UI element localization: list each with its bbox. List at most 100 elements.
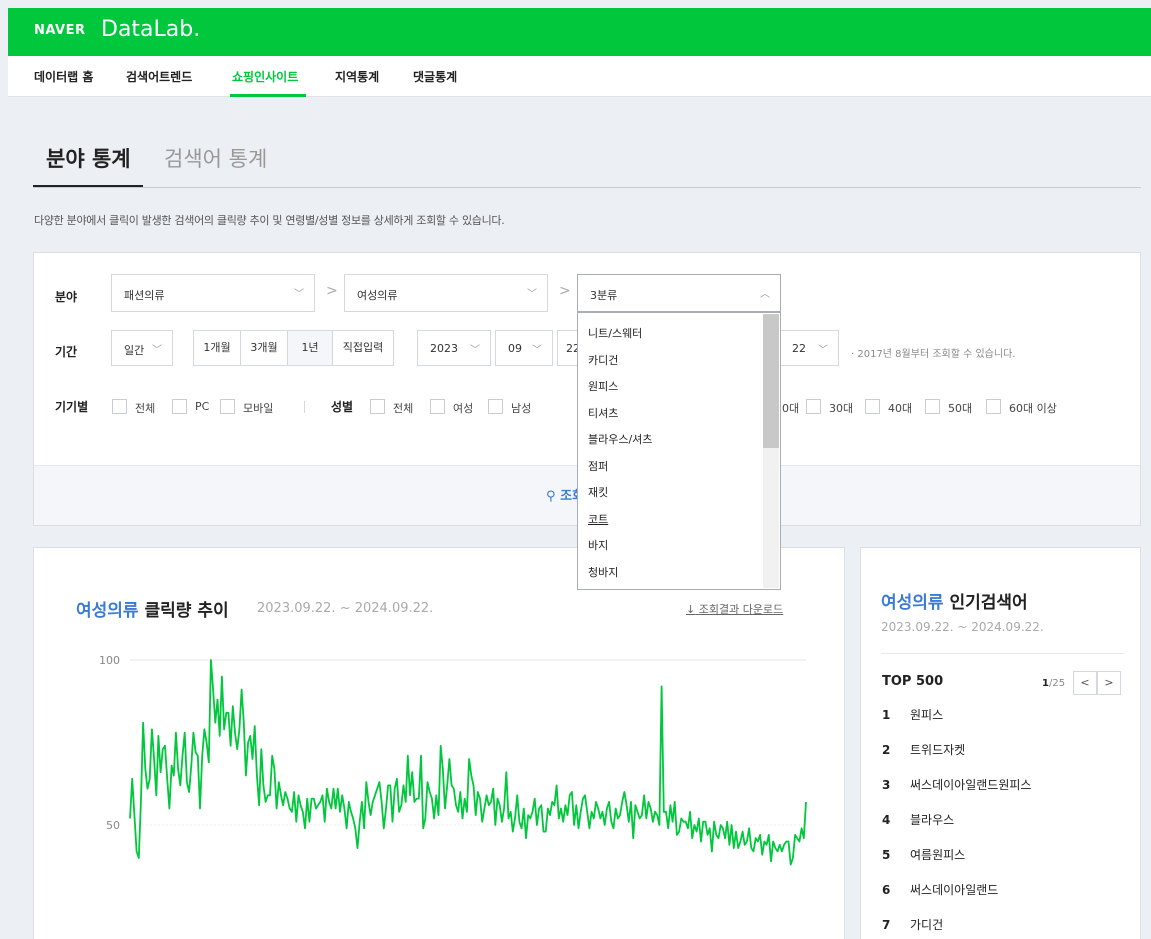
rank-keyword[interactable]: 블라우스 xyxy=(910,813,954,827)
download-icon: ↓ xyxy=(686,603,696,616)
naver-logo[interactable]: NAVER xyxy=(34,23,86,38)
nav-comment-stats[interactable]: 댓글통계 xyxy=(413,68,457,85)
chart-title: 여성의류 클릭량 추이 xyxy=(76,596,229,621)
device-all-label: 전체 xyxy=(135,402,156,415)
series-line-0[interactable] xyxy=(129,659,807,866)
tab-divider xyxy=(33,187,1141,188)
rank-number: 5 xyxy=(882,848,891,862)
start-year-select[interactable]: 2023 ﹀ xyxy=(417,330,491,366)
ranking-item: 6 써스데이아일랜드 xyxy=(882,881,998,898)
chevron-down-icon: ﹀ xyxy=(527,289,537,300)
top-label: TOP 500 xyxy=(882,674,944,689)
page-total: /25 xyxy=(1048,678,1066,689)
rank-keyword[interactable]: 원피스 xyxy=(910,708,943,722)
device-label: 기기별 xyxy=(55,400,89,414)
nav-active-underline xyxy=(230,94,306,97)
chevron-down-icon: ﹀ xyxy=(152,345,162,356)
gender-female-checkbox[interactable] xyxy=(430,399,445,414)
range-1month-button[interactable]: 1개월 xyxy=(193,330,241,366)
chart-title-suffix: 클릭량 추이 xyxy=(144,601,229,621)
age-50-label: 50대 xyxy=(948,402,973,415)
rank-keyword[interactable]: 써스데이아일랜드 xyxy=(910,883,998,897)
category1-select[interactable]: 패션의류 ﹀ xyxy=(111,274,315,312)
age-60plus-checkbox[interactable] xyxy=(986,399,1001,414)
gender-all-checkbox[interactable] xyxy=(370,399,385,414)
age-30-checkbox[interactable] xyxy=(806,399,821,414)
range-1year-button[interactable]: 1년 xyxy=(287,330,333,366)
tab-keyword-stats[interactable]: 검색어 통계 xyxy=(164,143,267,173)
device-all-checkbox[interactable] xyxy=(112,399,127,414)
end-day-select[interactable]: 22 ﹀ xyxy=(779,330,839,366)
rank-keyword[interactable]: 트위드자켓 xyxy=(910,743,965,757)
category3-dropdown-list[interactable]: 니트/스웨터 카디건 원피스 티셔츠 블라우스/셔츠 점퍼 재킷 코트 바지 청… xyxy=(577,312,781,590)
popular-keywords-card: 여성의류 인기검색어 2023.09.22. ~ 2024.09.22. TOP… xyxy=(860,547,1141,939)
chevron-down-icon: ﹀ xyxy=(818,345,828,356)
age-50-checkbox[interactable] xyxy=(925,399,940,414)
page-description: 다양한 분야에서 클릭이 발생한 검색어의 클릭량 추이 및 연령별/성별 정보… xyxy=(34,214,505,227)
category2-select[interactable]: 여성의류 ﹀ xyxy=(344,274,548,312)
chart-title-category: 여성의류 xyxy=(76,601,139,621)
chevron-right-icon: > xyxy=(1104,676,1114,689)
prev-page-button[interactable]: < xyxy=(1073,671,1097,695)
range-custom-button[interactable]: 직접입력 xyxy=(332,330,394,366)
chevron-down-icon: ﹀ xyxy=(470,345,480,356)
download-results-link[interactable]: ↓ 조회결과 다운로드 xyxy=(686,601,783,617)
tab-category-stats[interactable]: 분야 통계 xyxy=(46,143,131,173)
chevron-left-icon: < xyxy=(1080,676,1090,689)
dropdown-option[interactable]: 청바지 xyxy=(588,564,618,580)
rank-keyword[interactable]: 써스데이아일랜드원피스 xyxy=(910,778,1031,792)
nav-datalab-home[interactable]: 데이터랩 홈 xyxy=(34,68,93,85)
rank-keyword[interactable]: 여름원피스 xyxy=(910,848,965,862)
ranking-title-suffix: 인기검색어 xyxy=(949,593,1028,613)
dropdown-option[interactable]: 점퍼 xyxy=(588,458,608,474)
dropdown-option[interactable]: 원피스 xyxy=(588,378,618,394)
start-year-value: 2023 xyxy=(430,342,458,355)
dropdown-scrollbar-thumb[interactable] xyxy=(763,314,779,448)
start-month-select[interactable]: 09 ﹀ xyxy=(495,330,553,366)
chevron-down-icon: ﹀ xyxy=(294,289,304,300)
ranking-item: 4 블라우스 xyxy=(882,811,954,828)
ranking-title: 여성의류 인기검색어 xyxy=(881,588,1028,613)
ranking-item: 7 가디건 xyxy=(882,916,943,933)
dropdown-option[interactable]: 카디건 xyxy=(588,352,618,368)
category1-value: 패션의류 xyxy=(124,289,165,302)
datalab-logo[interactable]: DataLab. xyxy=(101,17,200,42)
download-label: 조회결과 다운로드 xyxy=(698,603,784,616)
global-nav: 데이터랩 홈 검색어트렌드 쇼핑인사이트 지역통계 댓글통계 xyxy=(8,56,1151,97)
rank-number: 1 xyxy=(882,708,891,722)
chevron-up-icon: ︿ xyxy=(760,289,770,300)
category3-select[interactable]: 3분류 ︿ xyxy=(577,274,781,312)
dropdown-option[interactable]: 티셔츠 xyxy=(588,405,618,421)
period-unit-select[interactable]: 일간 ﹀ xyxy=(111,330,173,366)
dropdown-option[interactable]: 니트/스웨터 xyxy=(588,325,642,341)
age-40-checkbox[interactable] xyxy=(865,399,880,414)
period-note: · 2017년 8월부터 조회할 수 있습니다. xyxy=(851,349,1016,360)
dropdown-option[interactable]: 블라우스/셔츠 xyxy=(588,431,652,447)
top-header-bar: NAVER DataLab. xyxy=(8,8,1151,56)
nav-regional-stats[interactable]: 지역통계 xyxy=(335,68,379,85)
device-pc-checkbox[interactable] xyxy=(172,399,187,414)
device-mobile-checkbox[interactable] xyxy=(220,399,235,414)
next-page-button[interactable]: > xyxy=(1097,671,1121,695)
ranking-divider xyxy=(881,653,1123,654)
device-mobile-label: 모바일 xyxy=(243,402,274,415)
gender-all-label: 전체 xyxy=(393,402,414,415)
dropdown-option[interactable]: 바지 xyxy=(588,537,608,553)
page-indicator: 1/25 xyxy=(1042,678,1065,689)
dropdown-option[interactable]: 코트 xyxy=(588,511,608,527)
device-pc-label: PC xyxy=(195,400,210,413)
ranking-item: 5 여름원피스 xyxy=(882,846,965,863)
range-3month-button[interactable]: 3개월 xyxy=(240,330,288,366)
page-current: 1 xyxy=(1042,678,1049,689)
rank-keyword[interactable]: 가디건 xyxy=(910,918,943,932)
dropdown-option[interactable]: 재킷 xyxy=(588,484,608,500)
chevron-down-icon: ﹀ xyxy=(532,345,542,356)
chevron-right-icon: > xyxy=(326,283,338,299)
gender-male-label: 남성 xyxy=(511,402,532,415)
category-label: 분야 xyxy=(55,290,78,304)
rank-number: 7 xyxy=(882,918,891,932)
nav-shopping-insight[interactable]: 쇼핑인사이트 xyxy=(232,68,298,85)
nav-search-trend[interactable]: 검색어트렌드 xyxy=(126,68,192,85)
gender-male-checkbox[interactable] xyxy=(488,399,503,414)
y-tick-label-100: 100 xyxy=(99,654,120,667)
